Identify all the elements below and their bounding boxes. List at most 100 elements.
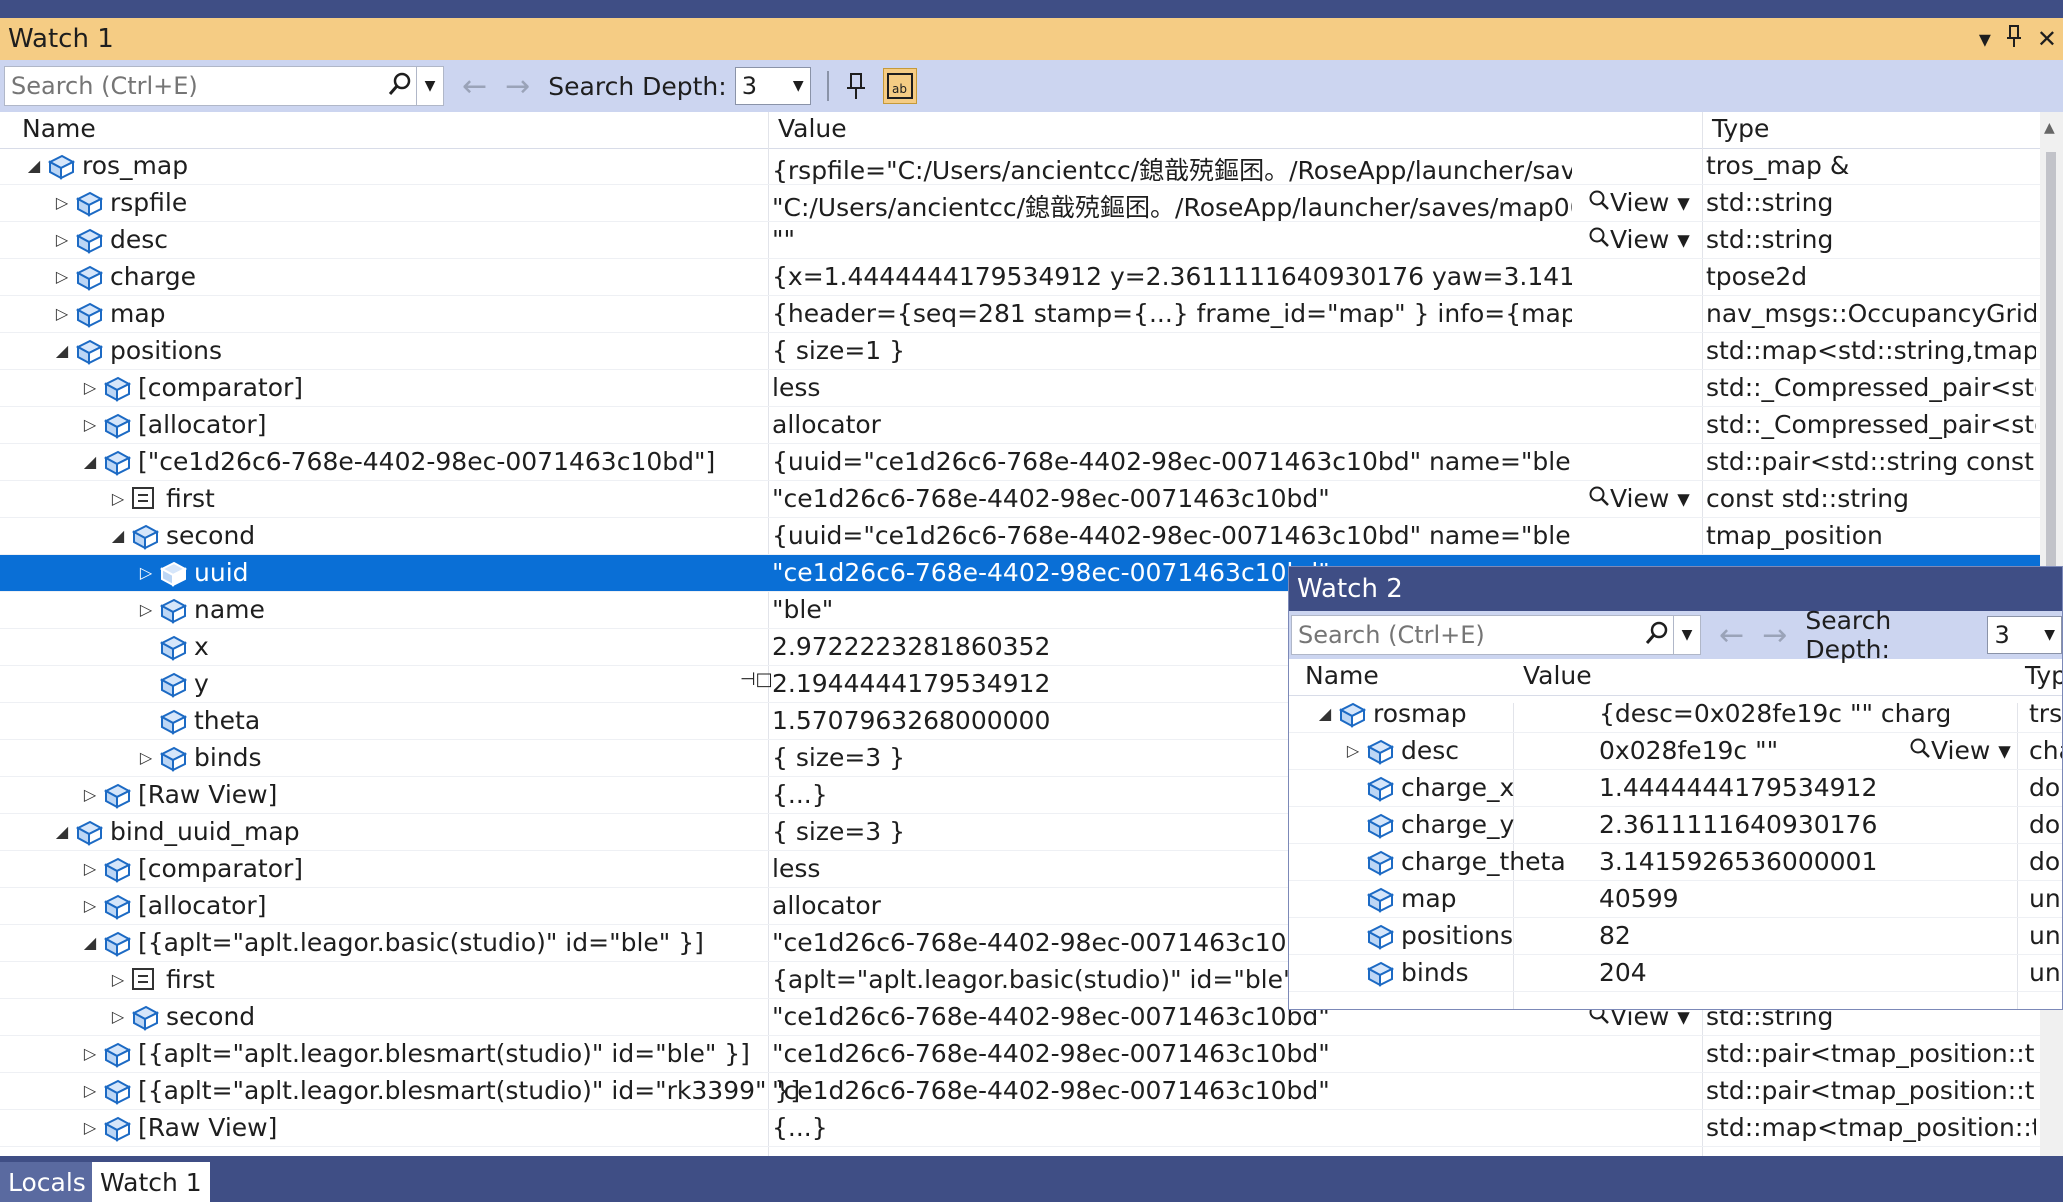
back-arrow-icon[interactable]: ← <box>462 69 487 104</box>
watch-row[interactable]: ▷ first "ce1d26c6-768e-4402-98ec-0071463c1… <box>0 481 2040 518</box>
expand-triangle-icon[interactable]: ▷ <box>106 970 130 989</box>
row-value[interactable]: {header={seq=281 stamp={...} frame_id="m… <box>772 299 1572 328</box>
value-column-header[interactable]: Value <box>1523 661 1592 690</box>
row-value[interactable]: 3.1415926536000001 <box>1599 847 1949 876</box>
row-value[interactable]: allocator <box>772 410 1572 439</box>
expand-triangle-icon[interactable]: ▷ <box>134 563 158 582</box>
tab-watch1[interactable]: Watch 1 <box>92 1162 210 1202</box>
search-icon[interactable] <box>1644 620 1670 653</box>
row-value[interactable]: 82 <box>1599 921 1949 950</box>
watch-row[interactable]: ◢ rosmap {desc=0x028fe19c "" charge_x=1.44… <box>1289 696 2062 733</box>
watch-row[interactable]: charge_y 2.3611111640930176 do <box>1289 807 2062 844</box>
value-column-header[interactable]: Value <box>778 114 847 143</box>
dropdown-icon[interactable]: ▾ <box>1979 25 1991 53</box>
watch-row[interactable]: ▷ desc 0x028fe19c ""View ▾ cha <box>1289 733 2062 770</box>
row-value[interactable]: {...} <box>772 1113 1572 1142</box>
collapse-triangle-icon[interactable]: ◢ <box>50 822 74 841</box>
expand-triangle-icon[interactable]: ▷ <box>50 304 74 323</box>
row-value[interactable]: {x=1.4444444179534912 y=2.36111116409301… <box>772 262 1572 291</box>
pin-watch-button[interactable] <box>839 68 873 104</box>
watch-row[interactable]: ▷ rspfile "C:/Users/ancientcc/鎴戠殑鏂囨。/RoseA… <box>0 185 2040 222</box>
watch-row[interactable]: charge_theta 3.1415926536000001 do <box>1289 844 2062 881</box>
pin-icon[interactable] <box>2005 24 2023 54</box>
watch-row[interactable]: ▷ map {header={seq=281 stamp={...} frame_i… <box>0 296 2040 333</box>
expand-triangle-icon[interactable]: ▷ <box>106 1007 130 1026</box>
watch-row[interactable]: ▷ [{aplt="aplt.leagor.blesmart(studio)" i… <box>0 1073 2040 1110</box>
type-column-header[interactable]: Typ <box>2025 661 2062 690</box>
watch-row[interactable]: ▷ [comparator] less std::_Compressed_pair<s… <box>0 370 2040 407</box>
expand-triangle-icon[interactable]: ▷ <box>78 785 102 804</box>
watch-row[interactable]: ▷ [Raw View] {...} std::map<tmap_position::… <box>0 1110 2040 1147</box>
watch2-search-depth-select[interactable]: 3 ▼ <box>1987 616 2062 654</box>
watch-row[interactable]: ◢ positions { size=1 } std::map<std::string… <box>0 333 2040 370</box>
watch-row[interactable]: ◢ ros_map {rspfile="C:/Users/ancientcc/鎴戠殑… <box>0 148 2040 185</box>
row-value[interactable]: "C:/Users/ancientcc/鎴戠殑鏂囨。/RoseApp/launc… <box>772 188 1572 224</box>
expand-triangle-icon[interactable]: ▷ <box>78 1081 102 1100</box>
collapse-triangle-icon[interactable]: ◢ <box>106 526 130 545</box>
expand-triangle-icon[interactable]: ▷ <box>78 415 102 434</box>
row-value[interactable]: {rspfile="C:/Users/ancientcc/鎴戠殑鏂囨。/Rose… <box>772 151 1572 187</box>
row-value[interactable]: "ce1d26c6-768e-4402-98ec-0071463c10bd" <box>772 1039 1572 1068</box>
collapse-triangle-icon[interactable]: ◢ <box>50 341 74 360</box>
type-column-header[interactable]: Type <box>1712 114 1769 143</box>
collapse-triangle-icon[interactable]: ◢ <box>22 156 46 175</box>
row-value[interactable]: 2.3611111640930176 <box>1599 810 1949 839</box>
watch-row[interactable]: ◢ second {uuid="ce1d26c6-768e-4402-98ec-00… <box>0 518 2040 555</box>
search-icon[interactable] <box>387 71 413 104</box>
expand-triangle-icon[interactable]: ▷ <box>1341 741 1365 760</box>
watch-row[interactable]: ▷ [allocator] allocator std::_Compressed_pa… <box>0 407 2040 444</box>
visualizer-view-button[interactable]: View ▾ <box>1588 188 1690 217</box>
row-value[interactable]: less <box>772 373 1572 402</box>
collapse-triangle-icon[interactable]: ◢ <box>1313 704 1337 723</box>
name-column-header[interactable]: Name <box>22 114 96 143</box>
expand-triangle-icon[interactable]: ▷ <box>78 378 102 397</box>
watch-row[interactable]: ▷ desc "" View ▾ std::string <box>0 222 2040 259</box>
expand-triangle-icon[interactable]: ▷ <box>50 193 74 212</box>
expand-triangle-icon[interactable]: ▷ <box>50 267 74 286</box>
expand-triangle-icon[interactable]: ▷ <box>134 748 158 767</box>
collapse-triangle-icon[interactable]: ◢ <box>78 933 102 952</box>
watch-row[interactable]: positions 82 un <box>1289 918 2062 955</box>
watch-row[interactable]: ▷ charge {x=1.4444444179534912 y=2.3611111… <box>0 259 2040 296</box>
search-dropdown-icon[interactable]: ▼ <box>416 67 443 105</box>
row-value[interactable]: "ce1d26c6-768e-4402-98ec-0071463c10bd" <box>772 1076 1572 1105</box>
expand-triangle-icon[interactable]: ▷ <box>78 1118 102 1137</box>
expand-triangle-icon[interactable]: ▷ <box>106 489 130 508</box>
visualizer-view-button[interactable]: View ▾ <box>1588 484 1690 513</box>
row-value[interactable]: {uuid="ce1d26c6-768e-4402-98ec-0071463c1… <box>772 447 1572 476</box>
row-value[interactable]: {desc=0x028fe19c "" charge_x=1.44... <box>1599 699 1949 728</box>
watch-row[interactable]: binds 204 un <box>1289 955 2062 992</box>
search-input[interactable] <box>5 67 393 105</box>
row-value[interactable]: 1.4444444179534912 <box>1599 773 1949 802</box>
row-value[interactable]: 0x028fe19c "" <box>1599 736 1949 765</box>
tab-locals[interactable]: Locals <box>0 1162 94 1202</box>
search-dropdown-icon[interactable]: ▼ <box>1673 616 1700 654</box>
row-value[interactable]: "ce1d26c6-768e-4402-98ec-0071463c10bd" <box>772 484 1572 513</box>
expand-triangle-icon[interactable]: ▷ <box>78 896 102 915</box>
visualizer-view-button[interactable]: View ▾ <box>1909 736 2011 765</box>
forward-arrow-icon[interactable]: → <box>505 69 530 104</box>
hex-display-toggle-button[interactable]: ab <box>882 68 917 104</box>
forward-arrow-icon[interactable]: → <box>1762 618 1787 653</box>
collapse-triangle-icon[interactable]: ◢ <box>78 452 102 471</box>
row-value[interactable]: {uuid="ce1d26c6-768e-4402-98ec-0071463c1… <box>772 521 1572 550</box>
back-arrow-icon[interactable]: ← <box>1719 618 1744 653</box>
visualizer-view-button[interactable]: View ▾ <box>1588 225 1690 254</box>
watch-row[interactable]: ▷ [{aplt="aplt.leagor.blesmart(studio)" i… <box>0 1036 2040 1073</box>
row-value[interactable]: 40599 <box>1599 884 1949 913</box>
expand-triangle-icon[interactable]: ▷ <box>50 230 74 249</box>
row-value[interactable]: { size=1 } <box>772 336 1572 365</box>
watch2-search-input[interactable] <box>1292 616 1660 654</box>
scroll-up-icon[interactable]: ▲ <box>2044 120 2055 136</box>
close-icon[interactable]: ✕ <box>2037 25 2057 53</box>
expand-triangle-icon[interactable]: ▷ <box>134 600 158 619</box>
watch-row[interactable]: map 40599 un <box>1289 881 2062 918</box>
watch-row[interactable]: ◢ ["ce1d26c6-768e-4402-98ec-0071463c10bd"… <box>0 444 2040 481</box>
row-value[interactable]: 204 <box>1599 958 1949 987</box>
search-depth-select[interactable]: 3 ▼ <box>734 67 811 105</box>
watch-row[interactable]: charge_x 1.4444444179534912 do <box>1289 770 2062 807</box>
pin-to-source-icon[interactable]: ⊣□ <box>740 669 773 690</box>
name-column-header[interactable]: Name <box>1305 661 1379 690</box>
expand-triangle-icon[interactable]: ▷ <box>78 859 102 878</box>
row-value[interactable]: "" <box>772 225 1572 254</box>
